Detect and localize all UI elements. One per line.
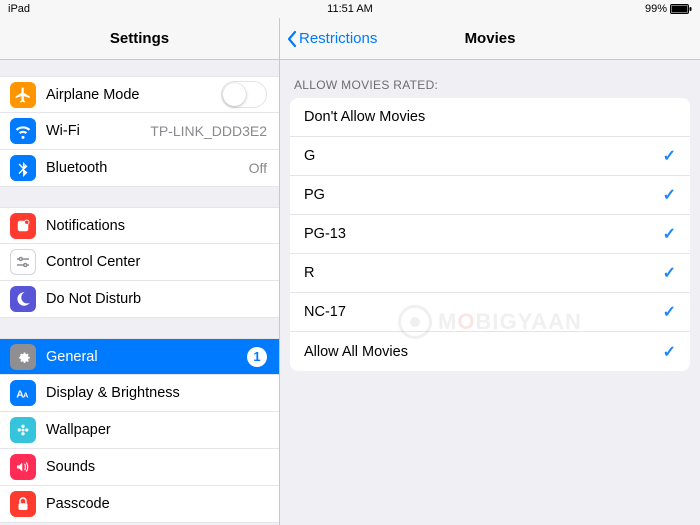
control-center-icon: [10, 249, 36, 275]
speaker-icon: [10, 454, 36, 480]
split-view: Settings Airplane Mode Wi-Fi TP-LINK_DDD…: [0, 18, 700, 525]
back-label: Restrictions: [299, 30, 377, 47]
option-row[interactable]: NC-17✓: [290, 293, 690, 332]
sidebar-item-label: Wi-Fi: [46, 123, 150, 139]
sidebar-item-sounds[interactable]: Sounds: [0, 449, 279, 486]
sidebar-item-label: Wallpaper: [46, 422, 267, 438]
lock-icon: [10, 491, 36, 517]
badge-count: 1: [247, 347, 267, 367]
check-icon: ✓: [663, 185, 676, 205]
airplane-icon: [10, 82, 36, 108]
check-icon: ✓: [663, 342, 676, 362]
sidebar-item-label: Bluetooth: [46, 160, 249, 176]
sidebar-item-notifications[interactable]: Notifications: [0, 207, 279, 244]
sidebar-item-general[interactable]: General 1: [0, 338, 279, 375]
gear-icon: [10, 344, 36, 370]
check-icon: ✓: [663, 146, 676, 166]
sidebar-item-label: Do Not Disturb: [46, 291, 267, 307]
sidebar-item-bluetooth[interactable]: Bluetooth Off: [0, 150, 279, 187]
detail-pane: Restrictions Movies ALLOW MOVIES RATED: …: [280, 18, 700, 525]
status-bar: iPad 11:51 AM 99%: [0, 0, 700, 18]
text-size-icon: AA: [10, 380, 36, 406]
battery-pct: 99%: [645, 3, 667, 15]
bluetooth-value: Off: [249, 160, 267, 176]
sidebar-title: Settings: [0, 18, 279, 60]
airplane-switch[interactable]: [221, 81, 267, 108]
check-icon: ✓: [663, 302, 676, 322]
sidebar-item-label: Display & Brightness: [46, 385, 267, 401]
sidebar-item-label: Airplane Mode: [46, 87, 221, 103]
sidebar-item-label: General: [46, 349, 247, 365]
option-row[interactable]: G✓: [290, 137, 690, 176]
device-label: iPad: [8, 3, 30, 15]
sidebar-item-wallpaper[interactable]: Wallpaper: [0, 412, 279, 449]
check-icon: ✓: [663, 263, 676, 283]
sidebar-item-passcode[interactable]: Passcode: [0, 486, 279, 523]
sidebar-item-airplane[interactable]: Airplane Mode: [0, 76, 279, 113]
battery-icon: [670, 4, 692, 14]
bluetooth-icon: [10, 155, 36, 181]
option-row[interactable]: Allow All Movies✓: [290, 332, 690, 371]
back-button[interactable]: Restrictions: [286, 30, 377, 48]
detail-header: Restrictions Movies: [280, 18, 700, 60]
wifi-icon: [10, 118, 36, 144]
option-row[interactable]: PG-13✓: [290, 215, 690, 254]
option-row[interactable]: PG✓: [290, 176, 690, 215]
sidebar-item-display[interactable]: AA Display & Brightness: [0, 375, 279, 412]
settings-sidebar: Settings Airplane Mode Wi-Fi TP-LINK_DDD…: [0, 18, 280, 525]
option-row[interactable]: Don't Allow Movies: [290, 98, 690, 137]
sidebar-item-label: Notifications: [46, 218, 267, 234]
sidebar-item-label: Passcode: [46, 496, 267, 512]
svg-text:A: A: [23, 391, 29, 400]
sidebar-item-label: Sounds: [46, 459, 267, 475]
notifications-icon: [10, 213, 36, 239]
sidebar-item-label: Control Center: [46, 254, 267, 270]
check-icon: ✓: [663, 224, 676, 244]
moon-icon: [10, 286, 36, 312]
chevron-left-icon: [286, 30, 297, 48]
sidebar-item-dnd[interactable]: Do Not Disturb: [0, 281, 279, 318]
clock: 11:51 AM: [327, 3, 373, 15]
detail-title: Movies: [465, 30, 516, 47]
sidebar-item-wifi[interactable]: Wi-Fi TP-LINK_DDD3E2: [0, 113, 279, 150]
rating-options: Don't Allow Movies G✓ PG✓ PG-13✓ R✓ NC-1…: [290, 98, 690, 371]
flower-icon: [10, 417, 36, 443]
wifi-value: TP-LINK_DDD3E2: [150, 123, 267, 139]
option-row[interactable]: R✓: [290, 254, 690, 293]
sidebar-item-control-center[interactable]: Control Center: [0, 244, 279, 281]
section-header: ALLOW MOVIES RATED:: [280, 60, 700, 98]
